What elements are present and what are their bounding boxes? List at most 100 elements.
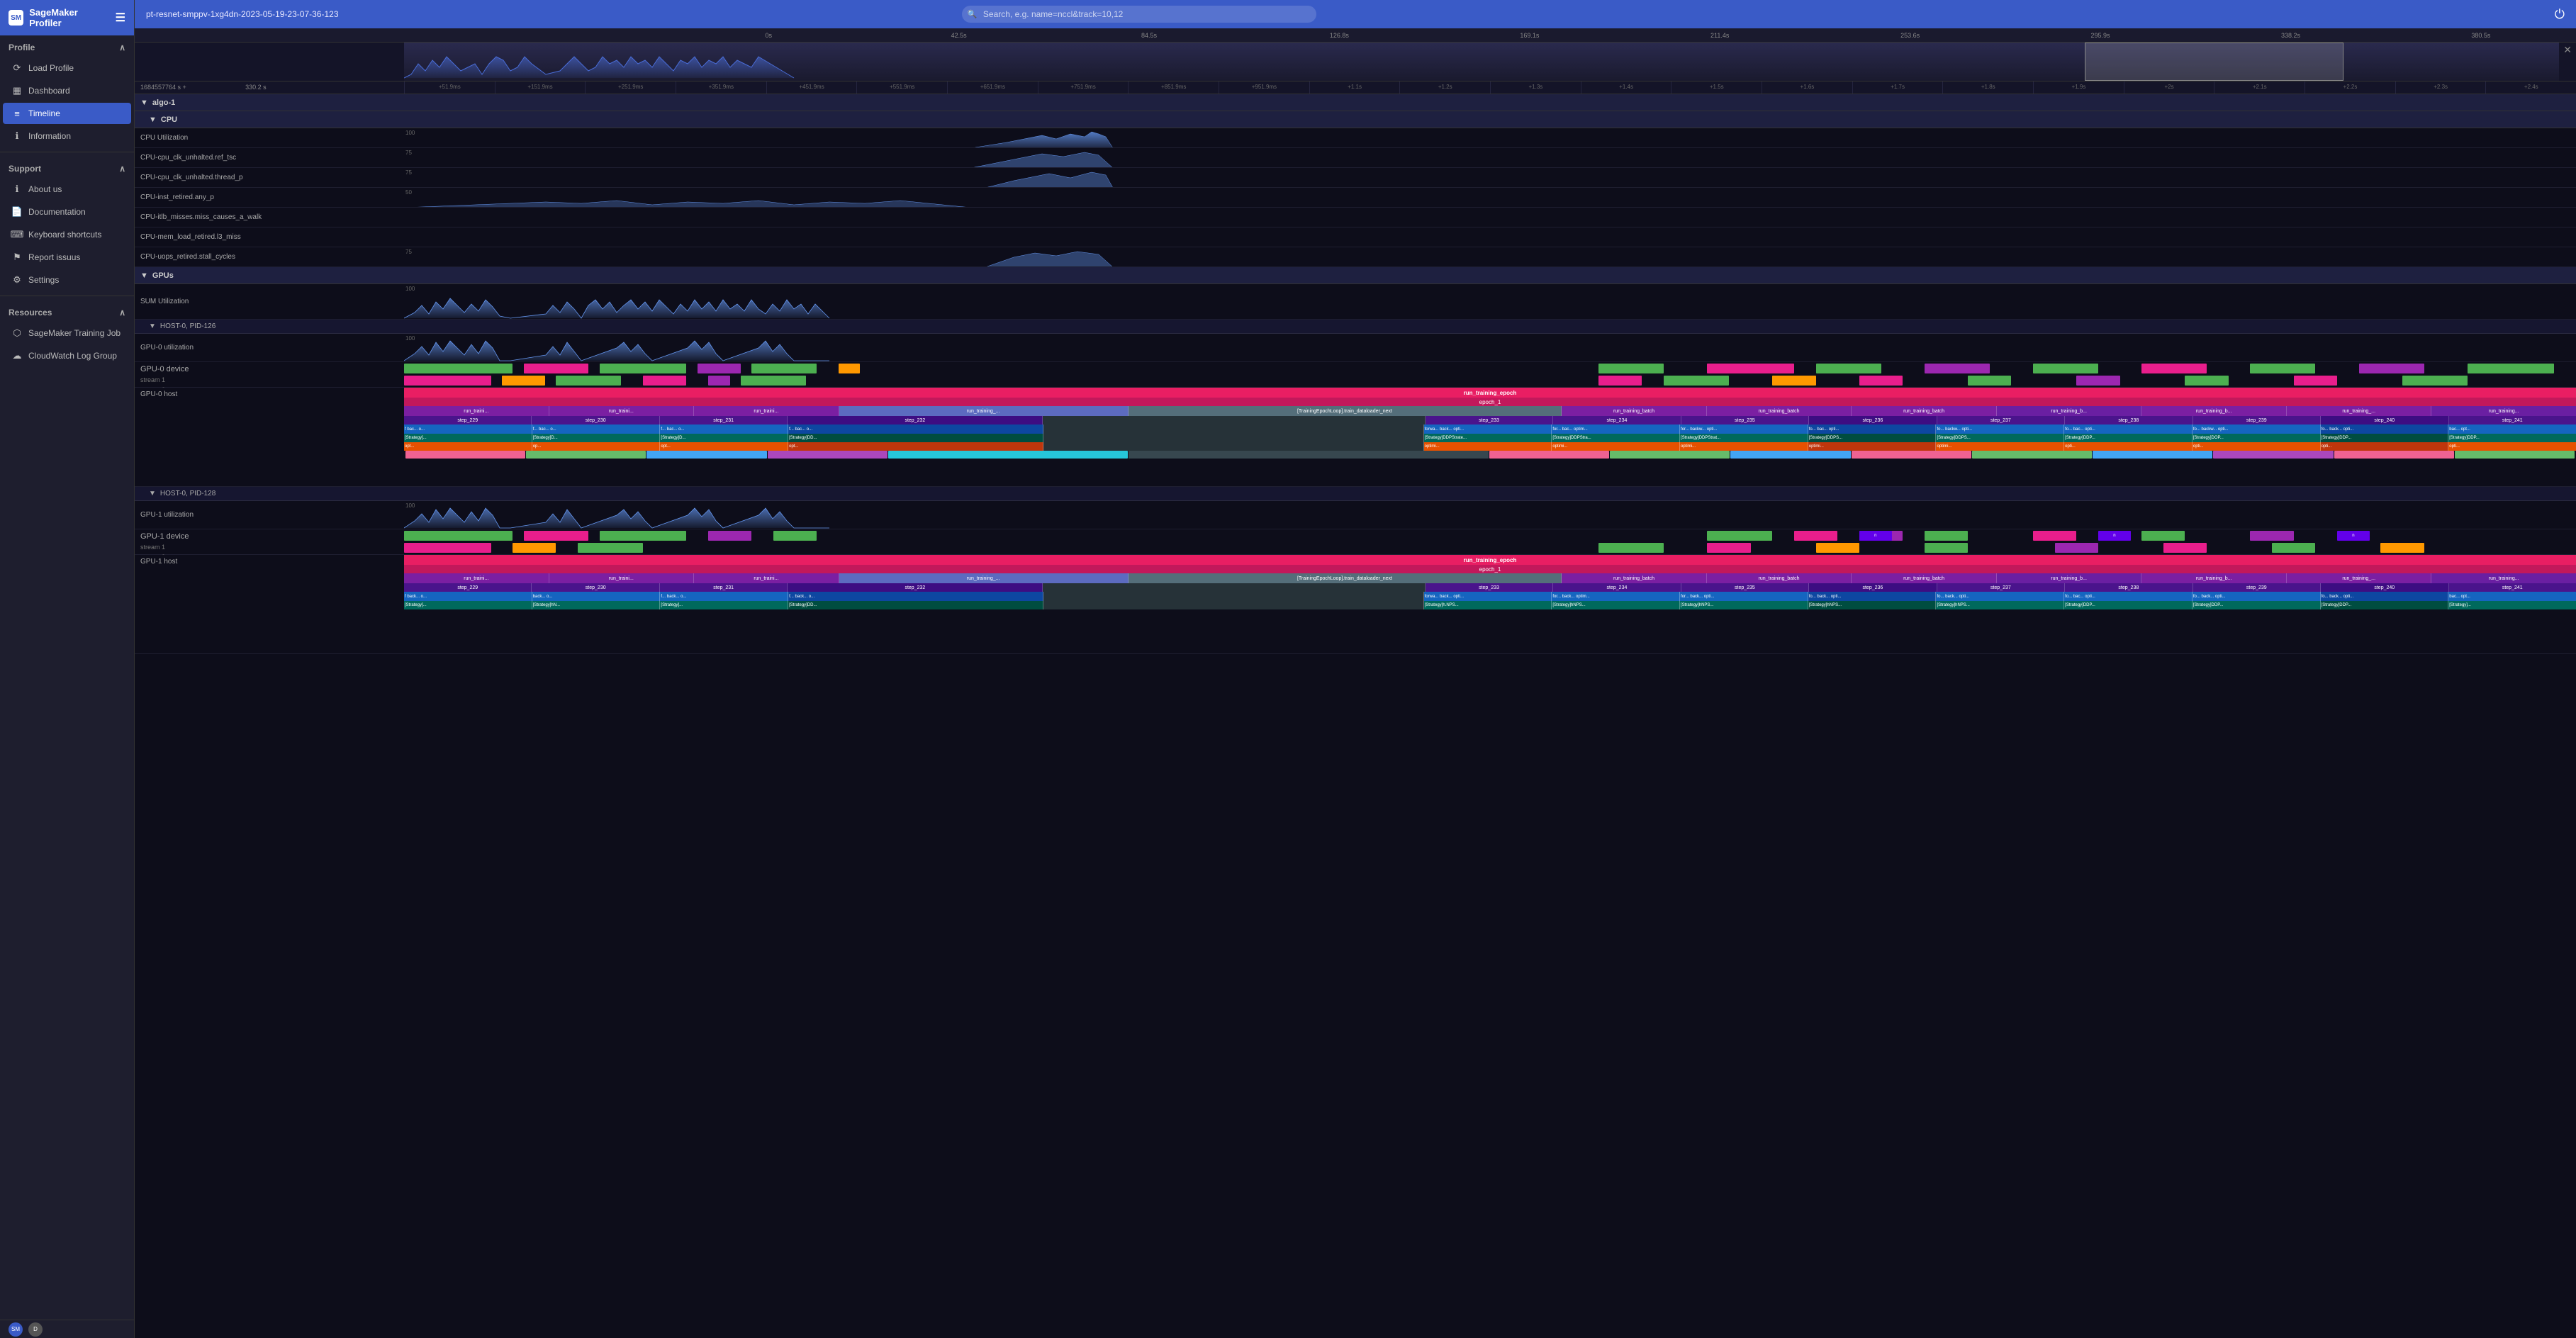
mini-block-12[interactable] (2213, 451, 2333, 459)
strategy-11[interactable]: [Strategy]DOP... (2193, 434, 2321, 442)
fwd-bwd-7[interactable]: for... backw... opti... (1680, 425, 1808, 434)
run-train-batch-4[interactable]: run_training_b... (2141, 406, 2287, 416)
gpu0-s1-block-9[interactable] (1816, 364, 1881, 373)
gpu0-s2-block-12[interactable] (2076, 376, 2119, 386)
gpu0-s1-block-8[interactable] (1707, 364, 1794, 373)
gpu1-step-241[interactable]: step_241 (2449, 583, 2576, 592)
gpu1-strategy-2[interactable]: [Strategy]hN... (532, 601, 661, 609)
run-train-3[interactable]: run_traini... (694, 406, 839, 416)
gpu0-s2-block-5[interactable] (708, 376, 730, 386)
run-train-batch-1[interactable]: run_training_batch (1562, 406, 1707, 416)
gpu1-run-train-batch-2[interactable]: run_training_batch (1707, 573, 1852, 583)
strategy-1[interactable]: [Strategy]... (404, 434, 532, 442)
gpu1-fwd-bwd-1[interactable]: f back... o... (404, 592, 532, 601)
strategy-9[interactable]: [Strategy]DDPS... (1936, 434, 2064, 442)
gpu1-s1-block-7[interactable] (1794, 531, 1837, 541)
run-train-batch-3[interactable]: run_training_batch (1852, 406, 1997, 416)
mini-block-10[interactable] (1972, 451, 2092, 459)
gpu0-s1-block-12[interactable] (2141, 364, 2207, 373)
opt-11[interactable]: opti... (2193, 442, 2321, 451)
gpu1-step-237[interactable]: step_237 (1937, 583, 2065, 592)
gpu1-step-229[interactable]: step_229 (404, 583, 532, 592)
gpu1-strategy-3[interactable]: [Strategy]... (660, 601, 788, 609)
sidebar-item-load-profile[interactable]: ⟳ Load Profile (3, 57, 131, 79)
gpu1-strategy-6[interactable]: [Strategy]hNPS... (1552, 601, 1680, 609)
gpu0-host-area[interactable]: run_training_epoch epoch_1 run_traini...… (404, 388, 2576, 486)
fwd-bwd-12[interactable]: fo... back... opti... (2321, 425, 2449, 434)
gpu1-s1-block-2[interactable] (524, 531, 589, 541)
fwd-bwd-4[interactable]: f... bac... o... (788, 425, 1043, 434)
gpu1-fwd-bwd-11[interactable]: fo... back... opti... (2193, 592, 2321, 601)
sidebar-item-settings[interactable]: ⚙ Settings (3, 269, 131, 291)
gpu1-strategy-13[interactable]: [Strategy]... (2448, 601, 2576, 609)
epoch1-bar[interactable]: epoch_1 (404, 398, 2576, 406)
opt-5[interactable]: optimi... (1424, 442, 1552, 451)
gpu1-step-230[interactable]: step_230 (532, 583, 659, 592)
opt-3[interactable]: opt... (660, 442, 788, 451)
run-train-b-2[interactable]: run_training... (2431, 406, 2576, 416)
strategy-5[interactable]: [Strategy]DDPStrate... (1424, 434, 1552, 442)
gpu0-s1-block-11[interactable] (2033, 364, 2098, 373)
gpu1-fwd-bwd-4[interactable]: f... back... o... (788, 592, 1043, 601)
step-231[interactable]: step_231 (660, 416, 788, 425)
gpu1-fwd-bwd-5[interactable]: forwa... back... opti... (1424, 592, 1552, 601)
gpu0-s2-block-6[interactable] (741, 376, 806, 386)
gpu0-s1-block-10[interactable] (1925, 364, 1990, 373)
fwd-bwd-10[interactable]: fo... bac... opti... (2064, 425, 2193, 434)
gpu1-run-train-batch-4[interactable]: run_training_b... (2141, 573, 2287, 583)
mini-block-7[interactable] (1610, 451, 1730, 459)
gpu1-s2-block-10[interactable] (2272, 543, 2315, 553)
step-238[interactable]: step_238 (2065, 416, 2193, 425)
gpu1-fwd-bwd-6[interactable]: for... back... optim... (1552, 592, 1680, 601)
gpu0-s2-block-8[interactable] (1664, 376, 1729, 386)
strategy-12[interactable]: [Strategy]DDP... (2321, 434, 2449, 442)
step-237[interactable]: step_237 (1937, 416, 2065, 425)
opt-7[interactable]: optimi... (1680, 442, 1808, 451)
step-236[interactable]: step_236 (1809, 416, 1937, 425)
gpu1-strategy-8[interactable]: [Strategy]hNPS... (1808, 601, 1937, 609)
gpu1-s2-block-6[interactable] (1816, 543, 1859, 553)
strategy-2[interactable]: [Strategy]D... (532, 434, 661, 442)
gpu1-fwd-bwd-12[interactable]: fo... back... opti... (2321, 592, 2449, 601)
search-input[interactable] (962, 6, 1316, 23)
gpu0-s1-block-1[interactable] (404, 364, 513, 373)
sidebar-item-keyboard[interactable]: ⌨ Keyboard shortcuts (3, 224, 131, 245)
sidebar-item-report[interactable]: ⚑ Report issuus (3, 247, 131, 268)
gpu1-step-240[interactable]: step_240 (2321, 583, 2448, 592)
gpu1-run-train-batch-3[interactable]: run_training_batch (1852, 573, 1997, 583)
gpu1-s2-block-11[interactable] (2380, 543, 2424, 553)
gpu1-fwd-bwd-9[interactable]: fo... back... opti... (1936, 592, 2064, 601)
gpu0-s1-block-14[interactable] (2359, 364, 2424, 373)
gpu1-strategy-12[interactable]: [Strategy]DDP... (2321, 601, 2449, 609)
step-233[interactable]: step_233 (1426, 416, 1553, 425)
gpu1-strategy-4[interactable]: [Strategy]DD... (788, 601, 1043, 609)
gpu1-s1-block-9[interactable] (1925, 531, 1968, 541)
gpu1-s1-block-1[interactable] (404, 531, 513, 541)
step-239[interactable]: step_239 (2193, 416, 2321, 425)
gpu1-fwd-bwd-13[interactable]: bac... opt... (2448, 592, 2576, 601)
train-dataloader[interactable]: [TrainingEpochLoop].train_dataloader_nex… (1129, 406, 1562, 416)
run-train-4[interactable]: run_training_... (839, 406, 1129, 416)
gpu1-s2-block-5[interactable] (1707, 543, 1750, 553)
gpu1-s1-block-10[interactable] (2033, 531, 2076, 541)
gpu0-s2-block-3[interactable] (556, 376, 621, 386)
mini-block-4[interactable] (768, 451, 887, 459)
gpu0-s1-block-3[interactable] (600, 364, 687, 373)
strategy-13[interactable]: [Strategy]DDP... (2448, 434, 2576, 442)
mini-block-8[interactable] (1730, 451, 1850, 459)
mini-block-13[interactable] (2334, 451, 2454, 459)
fwd-bwd-2[interactable]: f... bac... o... (532, 425, 661, 434)
run-train-1[interactable]: run_traini... (404, 406, 549, 416)
gpu1-fwd-bwd-8[interactable]: fo... back... opti... (1808, 592, 1937, 601)
gpu1-run-train-b-2[interactable]: run_training... (2431, 573, 2576, 583)
gpu1-fwd-bwd-10[interactable]: fo... bac... opti... (2064, 592, 2193, 601)
gpu0-s2-block-13[interactable] (2185, 376, 2228, 386)
gpu1-run-training-epoch-bar[interactable]: run_training_epoch (404, 555, 2576, 565)
host1-subsection-header[interactable]: ▼ HOST-0, PID-128 (135, 487, 2576, 501)
mini-block-5[interactable] (888, 451, 1128, 459)
gpu1-step-235[interactable]: step_235 (1681, 583, 1809, 592)
run-training-epoch-bar[interactable]: run_training_epoch (404, 388, 2576, 398)
strategy-10[interactable]: [Strategy]DDP... (2064, 434, 2193, 442)
timeline-container[interactable]: 0s 42.5s 84.5s 126.8s 169.1s 211.4s 253.… (135, 28, 2576, 1338)
gpu1-strategy-9[interactable]: [Strategy]hNPS... (1936, 601, 2064, 609)
